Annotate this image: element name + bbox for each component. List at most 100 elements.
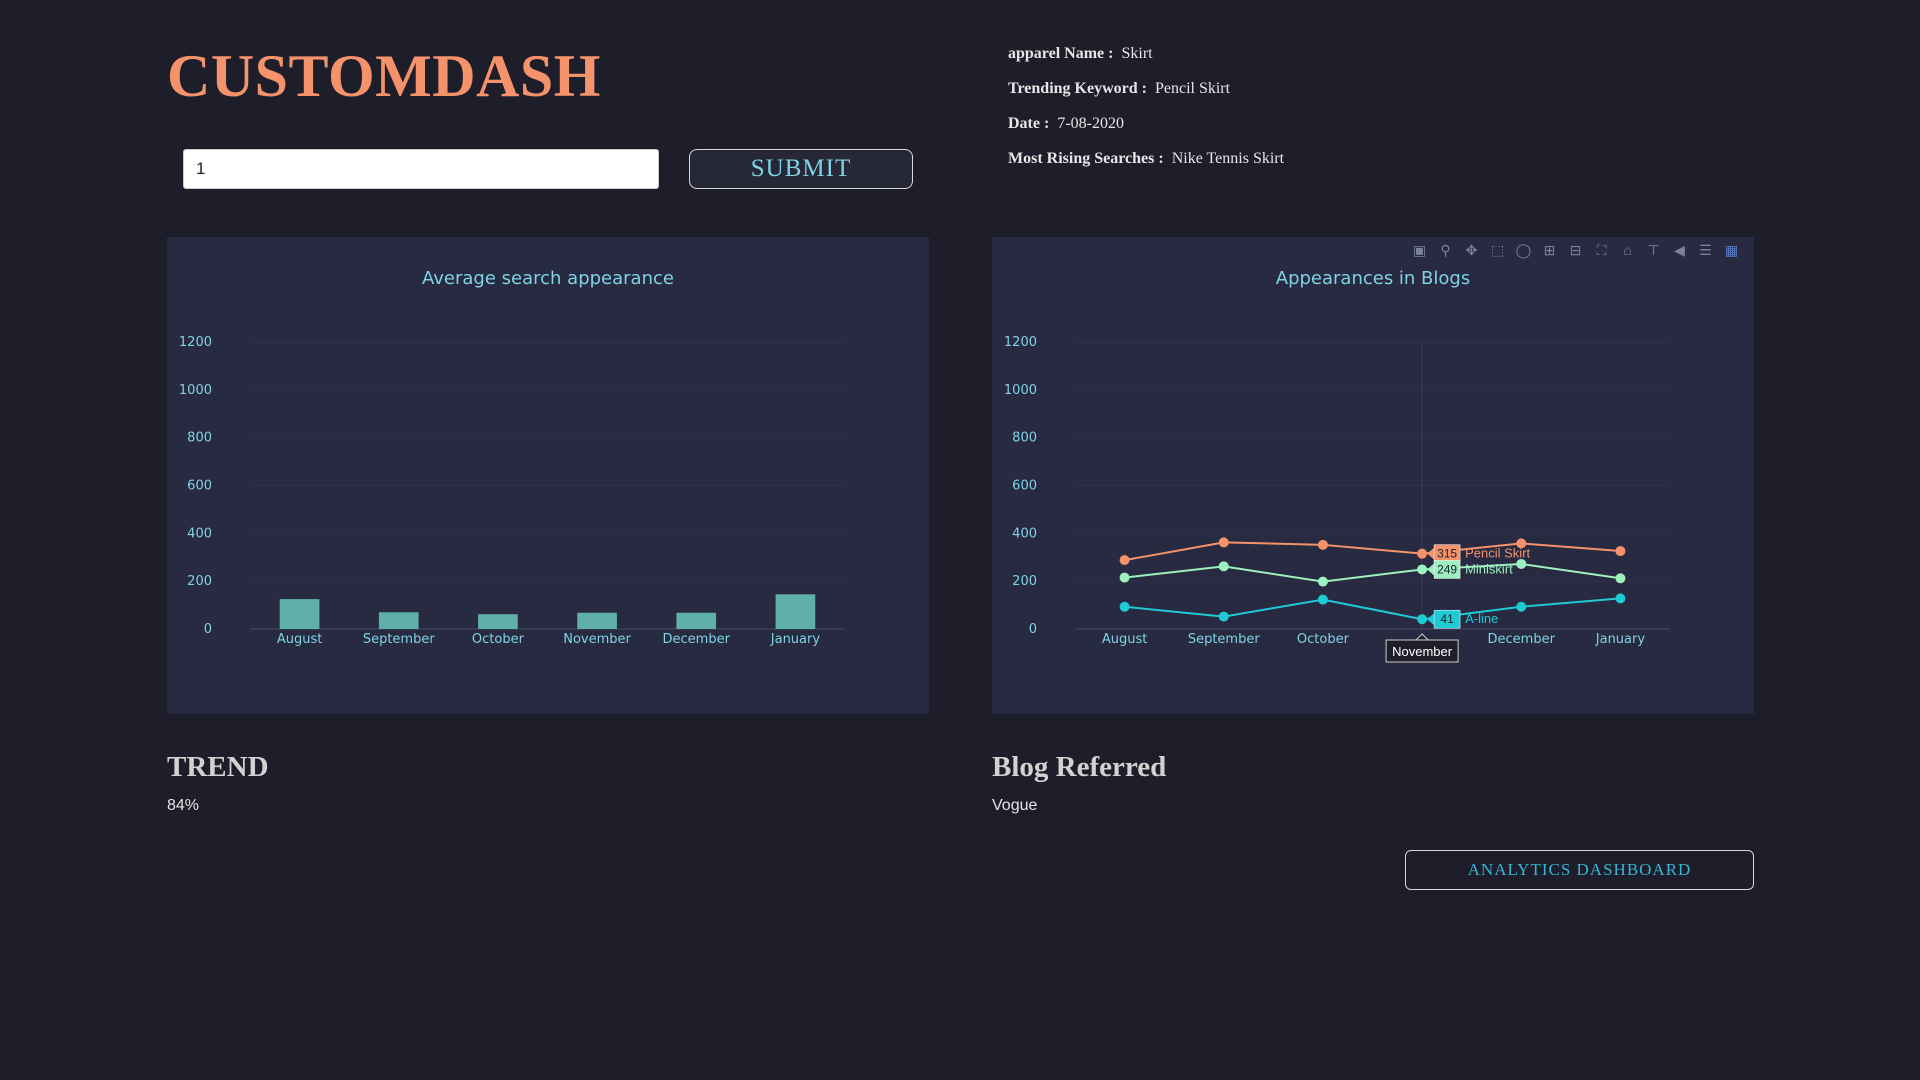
y-tick-label: 400 xyxy=(1012,526,1037,541)
data-point xyxy=(1417,564,1428,575)
y-tick-label: 800 xyxy=(187,431,212,446)
data-point xyxy=(1615,593,1626,604)
bar xyxy=(676,612,717,629)
reset-axes-icon[interactable]: ⌂ xyxy=(1619,242,1636,258)
data-point xyxy=(1317,594,1328,605)
hover-closest-icon[interactable]: ◀ xyxy=(1671,242,1688,258)
info-trending-keyword: Trending Keyword : Pencil Skirt xyxy=(1008,78,1284,113)
y-tick-label: 400 xyxy=(187,526,212,541)
apparel-info: apparel Name : Skirt Trending Keyword : Pe… xyxy=(1008,43,1284,183)
info-apparel-name: apparel Name : Skirt xyxy=(1008,43,1284,78)
data-point xyxy=(1615,573,1626,584)
y-tick-label: 200 xyxy=(1012,574,1037,589)
date-label: Date : xyxy=(1008,115,1050,132)
y-tick-label: 1000 xyxy=(179,383,212,398)
data-point xyxy=(1218,561,1229,572)
y-tick-label: 600 xyxy=(187,479,212,494)
blog-appearances-chart: Appearances in Blogs 0 200 400 600 800 1000 120… xyxy=(1004,268,1670,663)
x-tick-label: August xyxy=(1102,632,1148,647)
info-date: Date : 7-08-2020 xyxy=(1008,113,1284,148)
submit-button[interactable]: SUBMIT xyxy=(689,149,913,189)
lasso-icon[interactable]: ◯ xyxy=(1515,242,1532,258)
camera-icon[interactable]: ▣ xyxy=(1411,242,1428,258)
y-tick-label: 1200 xyxy=(1004,335,1037,350)
data-point xyxy=(1317,539,1328,550)
data-point xyxy=(1417,614,1428,625)
apparel-name-value: Skirt xyxy=(1121,45,1153,62)
plotly-logo-icon[interactable]: ▦ xyxy=(1723,242,1740,258)
hover-label-name: A-line xyxy=(1465,611,1498,626)
series-line xyxy=(1124,562,1621,583)
hover-label-pointer xyxy=(1427,547,1435,560)
chart-modebar: ▣ ⚲ ✥ ⬚ ◯ ⊞ ⊟ ⛶ ⌂ ⊤ ◀ ☰ ▦ xyxy=(1411,242,1740,258)
bar xyxy=(577,612,617,629)
y-tick-label: 600 xyxy=(1012,479,1037,494)
hover-label-value: 315 xyxy=(1437,547,1457,561)
info-rising-searches: Most Rising Searches : Nike Tennis Skirt xyxy=(1008,148,1284,183)
blog-appearances-chart-panel: Appearances in Blogs 0 200 400 600 800 1000 120… xyxy=(992,237,1754,714)
series-line xyxy=(1124,597,1621,621)
data-point xyxy=(1218,537,1229,548)
data-point xyxy=(1417,548,1428,559)
x-tick-label: December xyxy=(1488,632,1556,647)
zoom-out-icon[interactable]: ⊟ xyxy=(1567,242,1584,258)
data-point xyxy=(1516,601,1527,612)
hover-label-pointer xyxy=(1427,563,1435,576)
zoom-in-icon[interactable]: ⊞ xyxy=(1541,242,1558,258)
pan-icon[interactable]: ✥ xyxy=(1463,242,1480,258)
x-tick-label: January xyxy=(770,632,821,647)
hover-axis-label: November xyxy=(1392,644,1453,659)
hover-compare-icon[interactable]: ☰ xyxy=(1697,242,1714,258)
search-appearance-chart-panel: Average search appearance 0 200 400 600 800 10… xyxy=(167,237,929,714)
trending-keyword-label: Trending Keyword : xyxy=(1008,80,1147,97)
rising-searches-label: Most Rising Searches : xyxy=(1008,150,1164,167)
box-select-icon[interactable]: ⬚ xyxy=(1489,242,1506,258)
zoom-icon[interactable]: ⚲ xyxy=(1437,242,1454,258)
x-tick-label: September xyxy=(1188,632,1261,647)
x-tick-label: September xyxy=(363,632,436,647)
y-tick-label: 800 xyxy=(1012,431,1037,446)
data-point xyxy=(1119,555,1130,566)
hover-axis-pointer xyxy=(1414,633,1430,641)
blog-referred-value: Vogue xyxy=(992,797,1038,814)
x-tick-label: January xyxy=(1595,632,1646,647)
x-tick-label: August xyxy=(277,632,323,647)
search-input[interactable] xyxy=(183,149,659,189)
bar xyxy=(279,599,320,629)
data-point xyxy=(1119,572,1130,583)
hover-label-value: 249 xyxy=(1437,562,1457,576)
date-value: 7-08-2020 xyxy=(1057,115,1124,132)
series-line xyxy=(1124,541,1621,562)
apparel-name-label: apparel Name : xyxy=(1008,45,1114,62)
analytics-dashboard-button[interactable]: ANALYTICS DASHBOARD xyxy=(1405,850,1754,890)
y-tick-label: 1000 xyxy=(1004,383,1037,398)
hover-label-pointer xyxy=(1427,613,1435,626)
data-point xyxy=(1119,601,1130,612)
x-tick-label: October xyxy=(1297,632,1350,647)
spike-lines-icon[interactable]: ⊤ xyxy=(1645,242,1662,258)
bar xyxy=(478,614,518,629)
hover-label-name: Miniskirt xyxy=(1465,561,1513,576)
autoscale-icon[interactable]: ⛶ xyxy=(1593,242,1610,258)
trend-value: 84% xyxy=(167,797,200,814)
y-tick-label: 1200 xyxy=(179,335,212,350)
trend-title: TREND xyxy=(167,751,269,783)
chart-title: Average search appearance xyxy=(422,268,674,289)
hover-label-value: 41 xyxy=(1440,612,1454,626)
blog-referred-title: Blog Referred xyxy=(992,751,1167,783)
y-tick-label: 0 xyxy=(204,622,212,637)
chart-title: Appearances in Blogs xyxy=(1276,268,1470,289)
app-title: CUSTOMDASH xyxy=(167,43,601,109)
data-point xyxy=(1218,611,1229,622)
data-point xyxy=(1317,576,1328,587)
hover-label-name: Pencil Skirt xyxy=(1465,546,1530,561)
bar xyxy=(378,612,419,629)
y-tick-label: 200 xyxy=(187,574,212,589)
x-tick-label: October xyxy=(472,632,525,647)
bar xyxy=(775,594,816,629)
rising-searches-value: Nike Tennis Skirt xyxy=(1171,150,1285,167)
data-point xyxy=(1615,546,1626,557)
search-appearance-chart: Average search appearance 0 200 400 600 800 10… xyxy=(179,268,845,647)
x-tick-label: December xyxy=(663,632,731,647)
x-tick-label: November xyxy=(563,632,631,647)
